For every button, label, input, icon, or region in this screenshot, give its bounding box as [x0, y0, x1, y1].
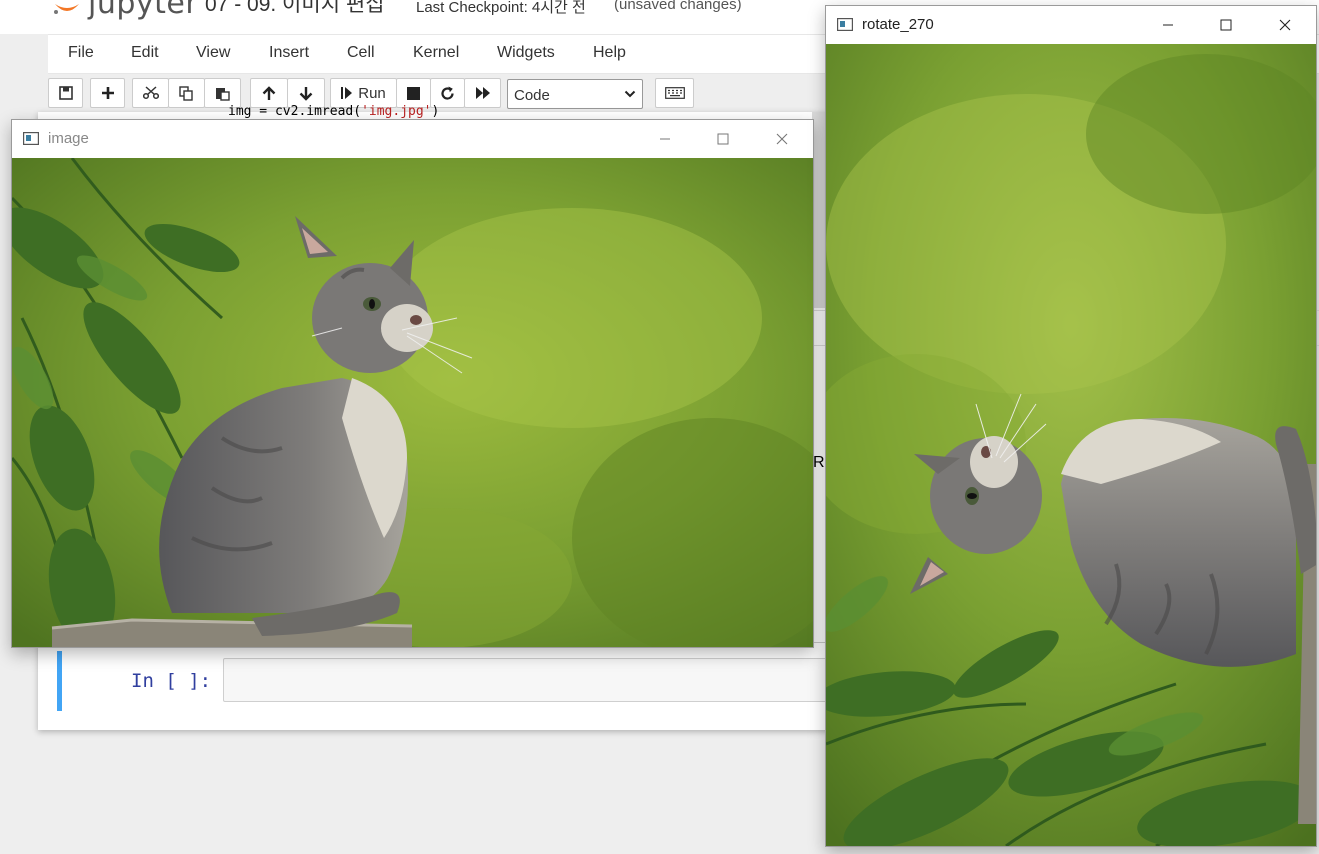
- jupyter-wordmark[interactable]: jupyter: [88, 0, 198, 21]
- maximize-icon: [1220, 19, 1232, 31]
- arrow-down-icon: [299, 86, 313, 101]
- opencv-window-rotate-270[interactable]: rotate_270: [825, 5, 1317, 847]
- menu-edit[interactable]: Edit: [131, 44, 159, 62]
- kitten-image-rotated: [826, 44, 1316, 846]
- step-play-icon: [341, 87, 353, 99]
- run-label: Run: [358, 84, 386, 102]
- minimize-button[interactable]: [642, 120, 688, 158]
- opencv-window-icon: [23, 132, 39, 145]
- minimize-icon: [660, 138, 670, 140]
- copy-icon: [179, 85, 193, 101]
- cell-input-prompt: In [ ]:: [131, 670, 212, 692]
- paste-icon: [216, 87, 230, 101]
- maximize-button[interactable]: [700, 120, 746, 158]
- minimize-button[interactable]: [1145, 6, 1191, 44]
- window-title: rotate_270: [862, 16, 934, 33]
- last-checkpoint: Last Checkpoint: 4시간 전: [416, 0, 586, 16]
- notebook-name[interactable]: 07 - 09. 이미지 편집: [205, 0, 384, 18]
- output-scroll-area: [812, 112, 826, 308]
- window-titlebar[interactable]: rotate_270: [826, 6, 1316, 44]
- menu-insert[interactable]: Insert: [269, 44, 309, 62]
- scissors-icon: [142, 86, 159, 100]
- insert-cell-button[interactable]: [90, 78, 125, 108]
- arrow-up-icon: [262, 85, 276, 100]
- code-fragment: img = cv2.imread('img.jpg'): [228, 104, 440, 119]
- save-icon: [58, 86, 73, 100]
- window-title: image: [48, 130, 89, 147]
- menu-kernel[interactable]: Kernel: [413, 44, 459, 62]
- close-button[interactable]: [1262, 6, 1308, 44]
- chevron-down-icon: [624, 90, 636, 98]
- opencv-window-image[interactable]: image: [11, 119, 814, 648]
- cut-button[interactable]: [132, 78, 169, 108]
- close-button[interactable]: [759, 120, 805, 158]
- kitten-photo-rotated: [826, 44, 1316, 846]
- partial-output-text: R: [813, 454, 825, 471]
- keyboard-icon: [664, 87, 685, 99]
- cell-selection-bar: [57, 651, 62, 711]
- code-cell-input[interactable]: [223, 658, 833, 702]
- cell-type-select[interactable]: Code: [507, 79, 643, 109]
- plus-icon: [101, 87, 114, 99]
- restart-run-all-button[interactable]: [464, 78, 501, 108]
- window-titlebar[interactable]: image: [12, 120, 813, 158]
- menu-file[interactable]: File: [68, 44, 94, 62]
- menu-widgets[interactable]: Widgets: [497, 44, 555, 62]
- close-icon: [1279, 19, 1291, 31]
- close-icon: [776, 133, 788, 145]
- maximize-button[interactable]: [1203, 6, 1249, 44]
- opencv-window-icon: [837, 18, 853, 31]
- minimize-icon: [1163, 24, 1173, 26]
- jupyter-logo-icon[interactable]: [52, 0, 82, 20]
- restart-icon: [441, 86, 454, 100]
- cell-type-value: Code: [514, 87, 550, 104]
- menu-cell[interactable]: Cell: [347, 44, 375, 62]
- menu-help[interactable]: Help: [593, 44, 626, 62]
- unsaved-changes-indicator: (unsaved changes): [614, 0, 742, 13]
- maximize-icon: [717, 133, 729, 145]
- kitten-photo: [12, 158, 813, 647]
- kitten-image: [12, 158, 813, 647]
- stop-icon: [407, 86, 420, 100]
- fast-forward-icon: [475, 87, 490, 99]
- selected-code-cell[interactable]: In [ ]:: [57, 651, 833, 711]
- copy-button[interactable]: [168, 78, 205, 108]
- command-palette-button[interactable]: [655, 78, 694, 108]
- cell-divider: [812, 642, 826, 643]
- save-button[interactable]: [48, 78, 83, 108]
- menu-view[interactable]: View: [196, 44, 230, 62]
